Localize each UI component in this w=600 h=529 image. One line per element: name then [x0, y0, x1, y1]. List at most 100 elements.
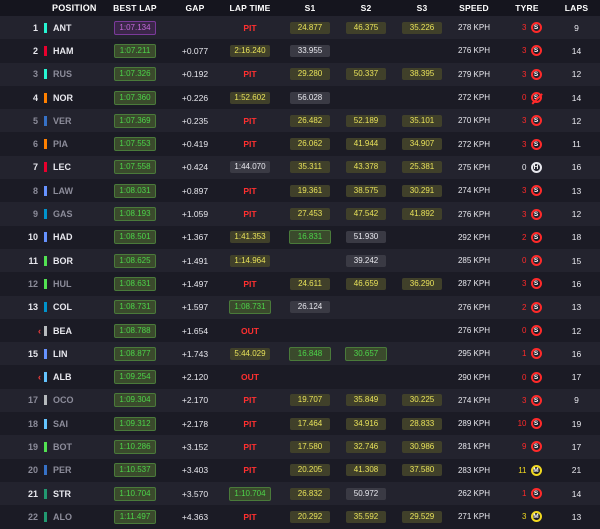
- header-s1[interactable]: S1: [285, 3, 335, 13]
- header-lap-time[interactable]: LAP TIME: [215, 3, 285, 13]
- position-number: 10: [27, 232, 38, 243]
- header-s2[interactable]: S2: [335, 3, 397, 13]
- table-row[interactable]: 9 GAS 1:08.193 +1.059 PIT 27.453 47.542 41.892 2…: [0, 202, 600, 226]
- table-row[interactable]: ‹‹ BEA 1:08.788 +1.654 OUT 276 KPH 0S 12: [0, 318, 600, 343]
- table-row[interactable]: 10 HAD 1:08.501 +1.367 1:41.353 16.831 51.930 2…: [0, 225, 600, 249]
- position-number: 1: [32, 22, 38, 33]
- driver-code[interactable]: BOT: [53, 442, 95, 452]
- sector-3-value: 29.529: [402, 510, 442, 523]
- driver-code[interactable]: GAS: [53, 209, 95, 219]
- team-color-bar: [44, 232, 47, 243]
- driver-code[interactable]: COL: [53, 302, 95, 312]
- sector-3: 30.986: [397, 440, 447, 453]
- team-color-swatch: [44, 115, 53, 126]
- header-s3[interactable]: S3: [397, 3, 447, 13]
- sector-1: 26.482: [285, 114, 335, 127]
- laps-value: 13: [571, 511, 582, 522]
- driver-code[interactable]: PER: [53, 465, 95, 475]
- laps: 11: [553, 139, 600, 149]
- driver-code[interactable]: VER: [53, 116, 95, 126]
- table-row[interactable]: 13 COL 1:08.731 +1.597 1:08.731 26.124 276 KPH…: [0, 295, 600, 319]
- position-cell: 18: [0, 419, 44, 429]
- table-row[interactable]: 20 PER 1:10.537 +3.403 PIT 20.205 41.308 37.580…: [0, 458, 600, 482]
- header-best-lap[interactable]: BEST LAP: [95, 3, 175, 13]
- table-row[interactable]: 1 ANT 1:07.134 PIT 24.877 46.375 35.226 278 KPH…: [0, 16, 600, 40]
- best-lap: 1:08.031: [95, 183, 175, 198]
- team-color-bar: [44, 348, 47, 359]
- driver-code[interactable]: OCO: [53, 395, 95, 405]
- position-cell: 21: [0, 489, 44, 499]
- speed: 276 KPH: [447, 326, 501, 335]
- table-row[interactable]: 22 ALO 1:11.497 +4.363 PIT 20.292 35.592 29.529…: [0, 505, 600, 529]
- laps: 14: [553, 93, 600, 103]
- driver-code[interactable]: LIN: [53, 349, 95, 359]
- team-color-bar: [44, 372, 47, 383]
- driver-code[interactable]: STR: [53, 489, 95, 499]
- sector-2-value: 34.916: [346, 417, 386, 430]
- driver-code[interactable]: HAM: [53, 46, 95, 56]
- header-speed[interactable]: SPEED: [447, 3, 501, 13]
- driver-code[interactable]: HUL: [53, 279, 95, 289]
- table-row[interactable]: ‹‹ ALB 1:09.254 +2.120 OUT 290 KPH 0S 17: [0, 365, 600, 389]
- driver-name: RUS: [53, 69, 73, 80]
- header-gap[interactable]: GAP: [175, 3, 215, 13]
- header-tyre[interactable]: TYRE: [501, 3, 553, 13]
- table-row[interactable]: 21 STR 1:10.704 +3.570 1:10.704 26.832 50.972 2…: [0, 481, 600, 506]
- header-laps[interactable]: LAPS: [553, 3, 600, 13]
- sector-1: 24.877: [285, 21, 335, 34]
- driver-name: GAS: [53, 209, 73, 220]
- driver-code[interactable]: RUS: [53, 69, 95, 79]
- sector-3: 29.529: [397, 510, 447, 523]
- table-row[interactable]: 4 NOR 1:07.360 +0.226 1:52.602 56.028 272 KPH 0…: [0, 85, 600, 110]
- driver-code[interactable]: NOR: [53, 93, 95, 103]
- table-row[interactable]: 12 HUL 1:08.631 +1.497 PIT 24.611 46.659 36.290…: [0, 272, 600, 296]
- speed-value: 274 KPH: [457, 186, 491, 196]
- driver-code[interactable]: HAD: [53, 232, 95, 242]
- soft-tyre-icon: S: [530, 255, 542, 267]
- table-row[interactable]: 11 BOR 1:08.625 +1.491 1:14.964 39.242 285 KPH…: [0, 248, 600, 273]
- lap-time-value: 1:41.353: [230, 231, 270, 244]
- driver-code[interactable]: ANT: [53, 23, 95, 33]
- driver-code[interactable]: ALB: [53, 372, 95, 382]
- sector-1: 26.062: [285, 138, 335, 151]
- best-lap-value: 1:08.625: [114, 253, 156, 268]
- driver-name: ANT: [53, 22, 72, 33]
- driver-name: NOR: [53, 92, 73, 103]
- table-row[interactable]: 19 BOT 1:10.286 +3.152 PIT 17.580 32.746 30.986…: [0, 435, 600, 459]
- driver-code[interactable]: ALO: [53, 512, 95, 522]
- sector-3: 30.291: [397, 184, 447, 197]
- lap-time: PIT: [215, 186, 285, 196]
- header-position[interactable]: POSITION: [0, 3, 96, 13]
- team-color-swatch: [44, 69, 53, 80]
- driver-code[interactable]: LEC: [53, 162, 95, 172]
- sector-1-value: 26.832: [290, 487, 330, 500]
- best-lap: 1:11.497: [95, 509, 175, 524]
- driver-name: LIN: [53, 348, 68, 359]
- tyre-age: 3: [522, 116, 527, 126]
- driver-code[interactable]: PIA: [53, 139, 95, 149]
- sector-3: 25.381: [397, 161, 447, 174]
- lap-time-value: OUT: [241, 372, 259, 383]
- driver-code[interactable]: LAW: [53, 186, 95, 196]
- table-row[interactable]: 18 SAI 1:09.312 +2.178 PIT 17.464 34.916 28.833…: [0, 412, 600, 436]
- lap-time: OUT: [215, 372, 285, 382]
- table-row[interactable]: 2 HAM 1:07.211 +0.077 2:16.240 33.955 276 KPH 3…: [0, 39, 600, 63]
- tyre-age: 0: [522, 326, 527, 335]
- table-row[interactable]: 17 OCO 1:09.304 +2.170 PIT 19.707 35.849 30.225…: [0, 388, 600, 413]
- laps-value: 12: [571, 115, 582, 126]
- speed: 289 KPH: [447, 419, 501, 428]
- driver-code[interactable]: BOR: [53, 256, 95, 266]
- table-row[interactable]: 8 LAW 1:08.031 +0.897 PIT 19.361 38.575 30.291 2…: [0, 179, 600, 203]
- table-row[interactable]: 15 LIN 1:08.877 +1.743 5:44.029 16.848 30.657 2…: [0, 342, 600, 366]
- sector-2-value: 43.378: [346, 161, 386, 174]
- table-row[interactable]: 7 LEC 1:07.558 +0.424 1:44.070 35.311 43.378 25…: [0, 155, 600, 180]
- soft-tyre-icon: S: [530, 185, 542, 197]
- driver-code[interactable]: SAI: [53, 419, 95, 429]
- team-color-bar: [44, 209, 47, 220]
- driver-code[interactable]: BEA: [53, 326, 95, 336]
- sector-2-value: 39.242: [346, 254, 386, 267]
- table-row[interactable]: 6 PIA 1:07.553 +0.419 PIT 26.062 41.944 34.907 2…: [0, 132, 600, 156]
- position-number: 13: [27, 302, 38, 313]
- table-row[interactable]: 3 RUS 1:07.326 +0.192 PIT 29.280 50.337 38.395 2…: [0, 62, 600, 86]
- table-row[interactable]: 5 VER 1:07.369 +0.235 PIT 26.482 52.189 35.101 2…: [0, 109, 600, 133]
